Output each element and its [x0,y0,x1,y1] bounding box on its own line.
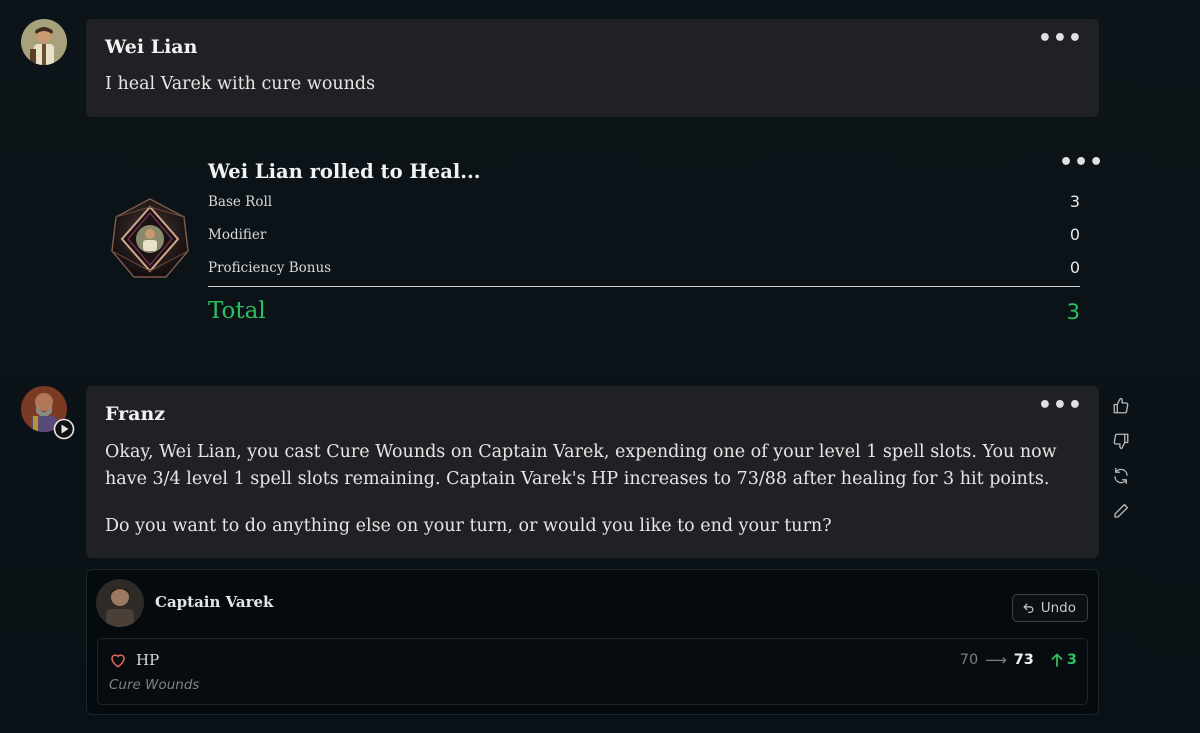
regenerate-icon[interactable] [1108,463,1134,489]
hp-change-row: HP Cure Wounds 70 ⟶ 73 3 [97,638,1088,705]
roll-row-value: 0 [1069,258,1080,277]
player-message-text: I heal Varek with cure wounds [105,74,376,94]
change-source: Cure Wounds [109,677,200,693]
delta-value: 3 [1066,652,1077,668]
edit-icon[interactable] [1108,498,1134,524]
roll-total-label: Total [208,298,266,324]
roll-title: Wei Lian rolled to Heal... [208,160,481,183]
player-name: Wei Lian [105,36,198,58]
narrator-paragraph-1: Okay, Wei Lian, you cast Cure Wounds on … [105,442,1057,489]
character-name: Captain Varek [155,593,274,611]
roll-row-label: Base Roll [208,194,273,210]
undo-icon [1023,603,1034,613]
play-audio-icon[interactable] [53,418,75,440]
heart-icon [109,651,127,669]
delta: 3 [1051,652,1077,668]
old-value: 70 [959,652,979,668]
thumbs-up-icon[interactable] [1108,393,1134,419]
hp-values: 70 ⟶ 73 3 [960,651,1077,669]
narrator-name: Franz [105,403,166,425]
stat-label: HP [136,651,160,669]
thumbs-down-icon[interactable] [1108,428,1134,454]
roll-row-value: 3 [1069,192,1080,211]
narrator-message: Franz ••• Okay, Wei Lian, you cast Cure … [86,386,1099,558]
roll-row-modifier: Modifier 0 [208,225,1080,249]
d20-dice-icon [108,197,192,281]
arrow-right-icon: ⟶ [985,651,1007,669]
roll-more-button[interactable]: ••• [1059,152,1104,174]
player-portrait [21,19,67,65]
narrator-message-more-button[interactable]: ••• [1038,395,1083,417]
roll-divider [208,286,1080,287]
new-value: 73 [1013,652,1034,668]
roll-row-base: Base Roll 3 [208,192,1080,216]
roll-row-label: Modifier [208,227,267,243]
player-message: Wei Lian I heal Varek with cure wounds •… [86,19,1099,117]
arrow-up-icon [1051,653,1063,667]
player-message-more-button[interactable]: ••• [1038,28,1083,50]
undo-button[interactable]: Undo [1011,594,1088,622]
roll-total-value: 3 [1066,300,1080,324]
player-avatar[interactable] [21,19,67,65]
character-portrait [96,579,144,627]
character-avatar [96,579,144,627]
message-actions [1108,393,1134,533]
roll-row-proficiency: Proficiency Bonus 0 [208,258,1080,282]
narrator-paragraph-2: Do you want to do anything else on your … [105,516,832,536]
chat-page: Wei Lian I heal Varek with cure wounds •… [0,0,1200,733]
roll-row-label: Proficiency Bonus [208,260,332,276]
undo-label: Undo [1040,600,1076,616]
roll-row-value: 0 [1069,225,1080,244]
state-change-card: Captain Varek Undo HP Cure Wounds 70 ⟶ 7… [86,569,1099,715]
